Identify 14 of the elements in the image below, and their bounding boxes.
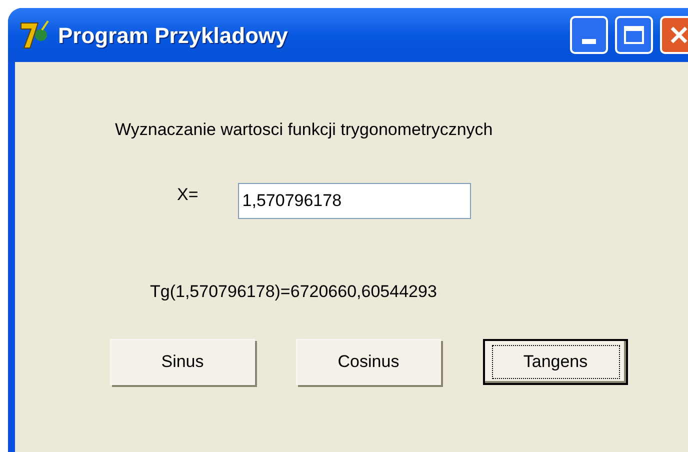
result-text: Tg(1,570796178)=6720660,60544293	[150, 280, 438, 302]
function-button[interactable]: Cosinus	[296, 339, 441, 385]
x-label: X=	[177, 184, 198, 206]
maximize-button[interactable]	[615, 16, 653, 54]
maximize-icon	[624, 26, 644, 44]
function-button[interactable]: Sinus	[110, 339, 255, 385]
function-button[interactable]: Tangens	[483, 339, 628, 385]
window-title: Program Przykladowy	[58, 22, 288, 50]
close-button[interactable]	[660, 16, 688, 54]
x-input-field[interactable]: 1,570796178	[238, 182, 472, 218]
heading-text: Wyznaczanie wartosci funkcji trygonometrycznych	[115, 119, 494, 141]
close-icon	[669, 25, 688, 45]
minimize-button[interactable]	[570, 16, 608, 54]
minimize-icon	[582, 39, 596, 44]
